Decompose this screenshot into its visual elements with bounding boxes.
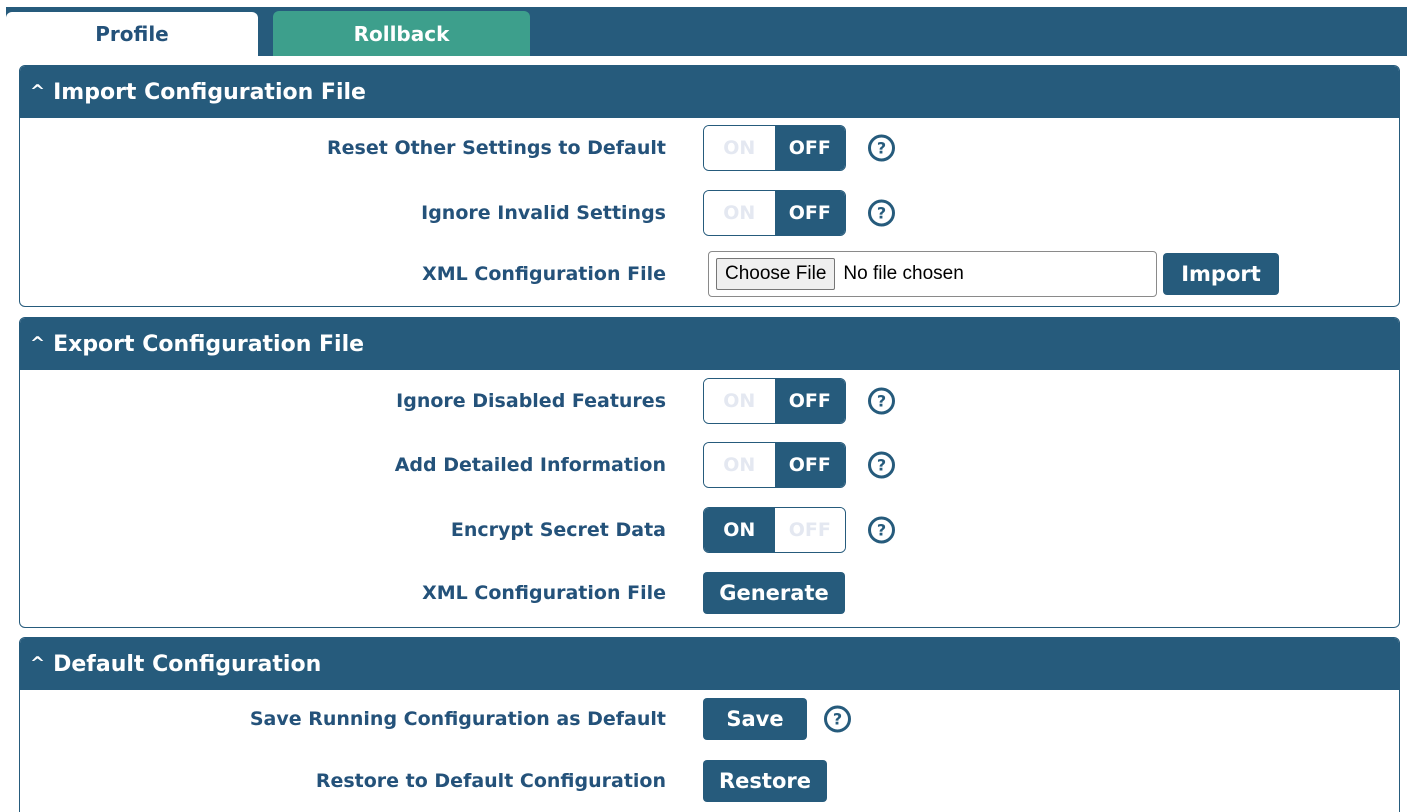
reset-other-toggle[interactable]: ON OFF [703, 125, 846, 171]
field-label: Save Running Configuration as Default [249, 708, 666, 730]
panel-title: Default Configuration [53, 651, 322, 677]
file-status: No file chosen [843, 263, 964, 284]
field-label: Add Detailed Information [394, 454, 666, 476]
field-label: Encrypt Secret Data [450, 519, 666, 541]
add-detailed-toggle[interactable]: ON OFF [703, 442, 846, 488]
ignore-invalid-row: Ignore Invalid Settings ON OFF ? [20, 190, 1399, 236]
toggle-on[interactable]: ON [704, 379, 775, 423]
add-detailed-row: Add Detailed Information ON OFF ? [20, 442, 1399, 488]
save-button[interactable]: Save [703, 698, 807, 740]
question-circle-icon[interactable]: ? [868, 199, 895, 227]
question-circle-icon[interactable]: ? [868, 516, 895, 544]
tab-rollback[interactable]: Rollback [273, 11, 530, 56]
import-config-panel: ^ Import Configuration File Reset Other … [19, 65, 1400, 307]
field-label: XML Configuration File [422, 582, 666, 604]
import-xml-row: XML Configuration File Choose File No fi… [20, 251, 1399, 297]
toggle-off[interactable]: OFF [774, 379, 845, 423]
field-label: XML Configuration File [422, 263, 666, 285]
ignore-invalid-toggle[interactable]: ON OFF [703, 190, 846, 236]
export-config-header[interactable]: ^ Export Configuration File [20, 318, 1399, 370]
reset-other-row: Reset Other Settings to Default ON OFF ? [20, 125, 1399, 171]
toggle-on[interactable]: ON [704, 126, 775, 170]
tab-bar: Profile Rollback [6, 7, 1407, 56]
encrypt-secret-toggle[interactable]: ON OFF [703, 507, 846, 553]
choose-file-button[interactable]: Choose File [716, 258, 836, 290]
restore-button[interactable]: Restore [703, 760, 827, 802]
toggle-on[interactable]: ON [704, 191, 775, 235]
field-label: Ignore Invalid Settings [421, 202, 666, 224]
toggle-off[interactable]: OFF [774, 126, 845, 170]
chevron-up-icon[interactable]: ^ [30, 655, 45, 673]
toggle-off[interactable]: OFF [774, 191, 845, 235]
chevron-up-icon[interactable]: ^ [30, 335, 45, 353]
default-config-panel: ^ Default Configuration Save Running Con… [19, 637, 1400, 812]
toggle-on[interactable]: ON [704, 443, 775, 487]
toggle-off[interactable]: OFF [774, 443, 845, 487]
panel-title: Import Configuration File [53, 79, 366, 105]
question-circle-icon[interactable]: ? [868, 134, 895, 162]
ignore-disabled-row: Ignore Disabled Features ON OFF ? [20, 378, 1399, 424]
toggle-on[interactable]: ON [704, 508, 775, 552]
panel-title: Export Configuration File [53, 331, 365, 357]
encrypt-secret-row: Encrypt Secret Data ON OFF ? [20, 507, 1399, 553]
chevron-up-icon[interactable]: ^ [30, 83, 45, 101]
import-config-header[interactable]: ^ Import Configuration File [20, 66, 1399, 118]
ignore-disabled-toggle[interactable]: ON OFF [703, 378, 846, 424]
question-circle-icon[interactable]: ? [824, 705, 851, 733]
export-config-panel: ^ Export Configuration File Ignore Disab… [19, 317, 1400, 628]
save-running-row: Save Running Configuration as Default Sa… [20, 697, 1399, 741]
field-label: Restore to Default Configuration [315, 770, 666, 792]
import-button[interactable]: Import [1163, 253, 1279, 295]
default-config-header[interactable]: ^ Default Configuration [20, 638, 1399, 690]
export-xml-row: XML Configuration File Generate [20, 571, 1399, 615]
xml-file-input[interactable]: Choose File No file chosen [708, 251, 1157, 297]
tab-profile[interactable]: Profile [6, 12, 258, 56]
generate-button[interactable]: Generate [703, 572, 845, 614]
question-circle-icon[interactable]: ? [868, 387, 895, 415]
field-label: Ignore Disabled Features [396, 390, 666, 412]
question-circle-icon[interactable]: ? [868, 451, 895, 479]
restore-row: Restore to Default Configuration Restore [20, 759, 1399, 803]
field-label: Reset Other Settings to Default [327, 137, 666, 159]
toggle-off[interactable]: OFF [774, 508, 845, 552]
